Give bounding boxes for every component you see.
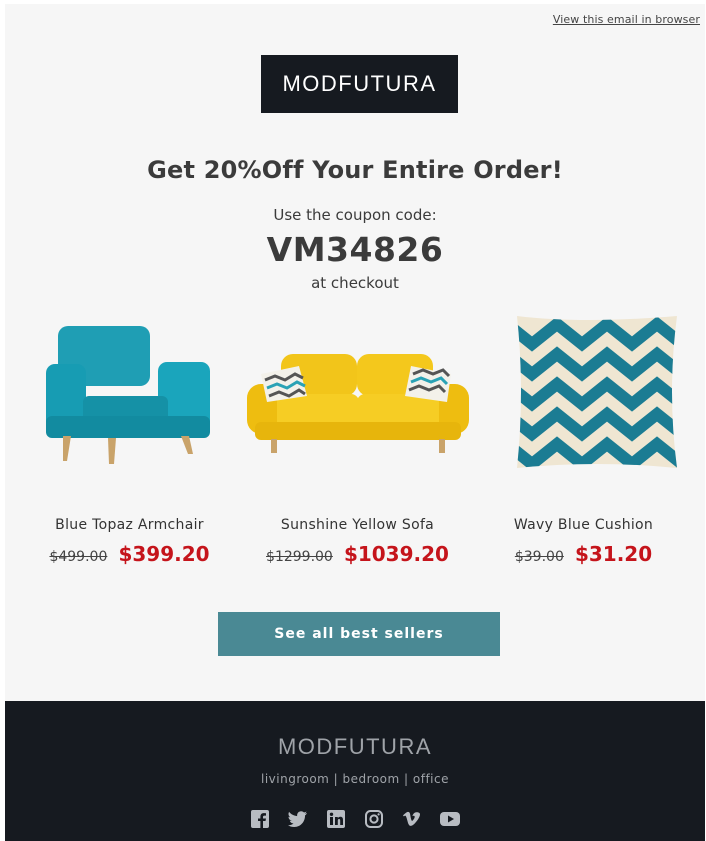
footer: MODFUTURA livingroom | bedroom | office — [5, 701, 705, 841]
product-prices: $39.00 $31.20 — [467, 542, 700, 566]
sale-price: $31.20 — [574, 542, 653, 566]
email-body: View this email in browser MODFUTURA Get… — [5, 4, 705, 841]
original-price: $1299.00 — [266, 549, 333, 565]
instagram-icon[interactable] — [364, 809, 384, 829]
original-price: $39.00 — [514, 549, 564, 565]
social-links — [5, 809, 705, 829]
sale-price: $399.20 — [118, 542, 210, 566]
product-card[interactable]: Blue Topaz Armchair $499.00 $399.20 — [13, 304, 246, 566]
cushion-image[interactable] — [467, 304, 700, 479]
product-name[interactable]: Wavy Blue Cushion — [467, 517, 700, 533]
youtube-icon[interactable] — [440, 809, 460, 829]
vimeo-icon[interactable] — [402, 809, 422, 829]
footer-tagline: livingroom | bedroom | office — [261, 772, 449, 786]
linkedin-icon[interactable] — [326, 809, 346, 829]
product-card[interactable]: Wavy Blue Cushion $39.00 $31.20 — [467, 304, 700, 566]
coupon-code: VM34826 — [266, 230, 444, 269]
product-prices: $499.00 $399.20 — [13, 542, 246, 566]
coupon-label: Use the coupon code: — [273, 206, 437, 224]
coupon-suffix: at checkout — [311, 274, 399, 292]
product-name[interactable]: Sunshine Yellow Sofa — [241, 517, 474, 533]
product-name[interactable]: Blue Topaz Armchair — [13, 517, 246, 533]
twitter-icon[interactable] — [288, 809, 308, 829]
brand-logo[interactable]: MODFUTURA — [261, 55, 458, 113]
product-prices: $1299.00 $1039.20 — [241, 542, 474, 566]
facebook-icon[interactable] — [250, 809, 270, 829]
armchair-image[interactable] — [13, 304, 246, 479]
promo-headline: Get 20%Off Your Entire Order! — [147, 156, 563, 184]
sofa-image[interactable] — [241, 304, 474, 479]
original-price: $499.00 — [49, 549, 108, 565]
sale-price: $1039.20 — [343, 542, 449, 566]
see-best-sellers-button[interactable]: See all best sellers — [218, 612, 500, 656]
product-card[interactable]: Sunshine Yellow Sofa $1299.00 $1039.20 — [241, 304, 474, 566]
footer-brand[interactable]: MODFUTURA — [5, 734, 705, 760]
view-in-browser-link[interactable]: View this email in browser — [553, 13, 700, 26]
